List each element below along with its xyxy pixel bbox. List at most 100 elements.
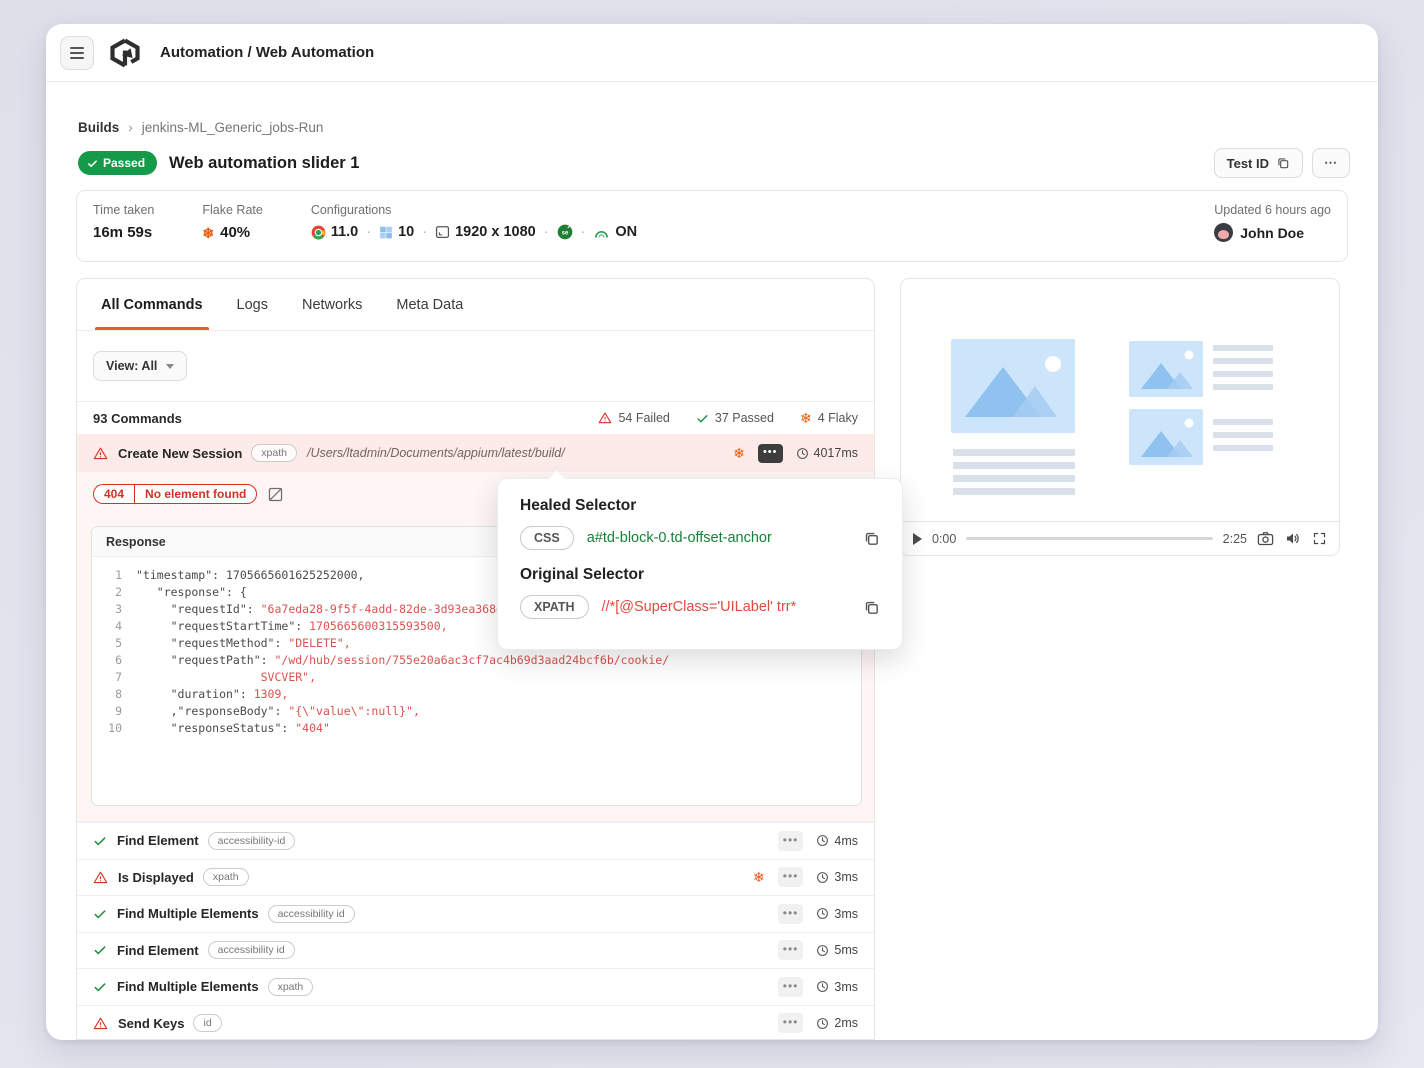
error-badge: 404 No element found [93,484,284,504]
fullscreen-button[interactable] [1312,531,1327,546]
main-card: Automation / Web Automation Builds › jen… [46,24,1378,1040]
command-name: Find Element [117,833,199,848]
locator-pill: accessibility-id [208,832,296,850]
code-key: "requestStartTime": [136,618,309,635]
command-name: Is Displayed [118,870,194,885]
healed-selector-popover: Healed Selector CSS a#td-block-0.td-offs… [497,478,903,650]
code-value: "404" [295,720,330,737]
copy-original-button[interactable] [863,599,880,616]
original-selector-heading: Original Selector [520,566,880,584]
status-badge: Passed [78,151,157,175]
video-controls: 0:00 2:25 [901,521,1339,555]
locator-pill: xpath [268,978,314,996]
row-more-button[interactable]: ••• [778,1013,804,1033]
config-separator: · [366,224,371,240]
healed-type-pill: CSS [520,526,574,550]
windows-icon [379,225,393,239]
passed-count: 37 Passed [696,411,774,425]
config-item: 1920 x 1080 [435,224,536,240]
tab-meta-data[interactable]: Meta Data [396,279,463,330]
code-key: "requestMethod": [136,635,288,652]
clock-icon [816,1017,829,1030]
code-key: "timestamp": 1705665601625252000, [136,567,364,584]
locator-pill: xpath [203,868,249,886]
tunnel-icon [593,226,610,239]
copy-healed-button[interactable] [863,530,880,547]
breadcrumb-current: jenkins-ML_Generic_jobs-Run [142,120,324,135]
video-player: 0:00 2:25 [900,278,1340,556]
seek-bar[interactable] [966,537,1212,540]
row-more-button[interactable]: ••• [778,867,804,887]
command-row-find-multiple-elements[interactable]: Find Multiple Elements accessibility id ••… [77,895,874,932]
hamburger-menu-button[interactable] [60,36,94,70]
play-button[interactable] [913,533,922,545]
updated-timestamp: Updated 6 hours ago [1214,203,1331,217]
breadcrumb-separator: › [128,120,133,135]
line-number: 4 [92,618,122,635]
row-more-button[interactable]: ••• [778,904,804,924]
stat-configurations: Configurations 11.0·10·1920 x 1080·se·ON [311,203,637,249]
command-row-is-displayed[interactable]: Is Displayedxpath❄•••3ms [77,859,874,896]
line-number: 6 [92,652,122,669]
breadcrumb-builds-link[interactable]: Builds [78,120,119,135]
command-path: /Users/ltadmin/Documents/appium/latest/b… [307,446,565,460]
copy-icon [1276,156,1290,170]
error-code: 404 [93,484,134,504]
check-icon [93,907,107,921]
command-name: Find Multiple Elements [117,906,259,921]
snowflake-icon: ❄ [800,411,812,425]
test-id-button[interactable]: Test ID [1214,148,1303,178]
command-duration: 4017ms [796,446,858,460]
code-line: 9 ,"responseBody": "{\"value\":null}", [92,703,861,720]
stat-time-taken: Time taken 16m 59s [93,203,154,249]
command-name: Send Keys [118,1016,184,1031]
copy-icon [863,599,880,616]
check-icon [93,834,107,848]
row-more-button[interactable]: ••• [778,977,804,997]
tab-networks[interactable]: Networks [302,279,362,330]
avatar [1214,223,1233,242]
command-row-find-multiple-elements[interactable]: Find Multiple Elementsxpath•••3ms [77,968,874,1005]
command-duration: 3ms [816,980,858,994]
volume-button[interactable] [1285,531,1301,546]
tab-all-commands[interactable]: All Commands [101,279,203,330]
line-number: 3 [92,601,122,618]
warning-icon [93,446,108,461]
command-row-send-keys[interactable]: Send Keysid•••2ms [77,1005,874,1041]
code-key: ,"responseBody": [136,703,288,720]
check-icon [93,943,107,957]
code-key: "requestId": [136,601,261,618]
clock-icon [816,871,829,884]
breadcrumb: Builds › jenkins-ML_Generic_jobs-Run [78,120,323,135]
command-duration: 3ms [816,907,858,921]
original-selector-value: //*[@SuperClass='UILabel' trr* [602,599,797,615]
clock-icon [816,980,829,993]
code-line: 6 "requestPath": "/wd/hub/session/755e20… [92,652,861,669]
line-number: 1 [92,567,122,584]
command-row-find-element[interactable]: Find Elementaccessibility-id•••4ms [77,822,874,859]
config-item: 11.0 [311,224,358,240]
locator-pill: accessibility id [268,905,355,923]
clock-icon [816,944,829,957]
tab-bar: All Commands Logs Networks Meta Data [77,279,874,331]
total-time: 2:25 [1223,532,1247,546]
chrome-icon [311,225,326,240]
command-row-create-new-session[interactable]: Create New Session xpath /Users/ltadmin/… [77,434,874,472]
view-filter-dropdown[interactable]: View: All [93,351,187,381]
config-separator: · [581,224,586,240]
row-more-button[interactable]: ••• [778,831,804,851]
screenshot-camera-button[interactable] [1257,531,1274,546]
commands-summary-row: 93 Commands 54 Failed 37 Passed ❄ 4 Flak… [77,401,874,434]
locator-pill: id [193,1014,221,1032]
code-key: "duration": [136,686,254,703]
more-actions-button[interactable]: ⋯ [1312,148,1350,178]
command-row-find-element[interactable]: Find Elementaccessibility id•••5ms [77,932,874,969]
line-number: 5 [92,635,122,652]
tab-logs[interactable]: Logs [237,279,268,330]
commands-panel: All Commands Logs Networks Meta Data View: … [76,278,875,1040]
snowflake-icon: ❄ [202,226,214,240]
console-log-icon[interactable]: ••• [758,444,783,463]
line-number: 10 [92,720,122,737]
page-title: Automation / Web Automation [160,44,374,61]
row-more-button[interactable]: ••• [778,940,804,960]
